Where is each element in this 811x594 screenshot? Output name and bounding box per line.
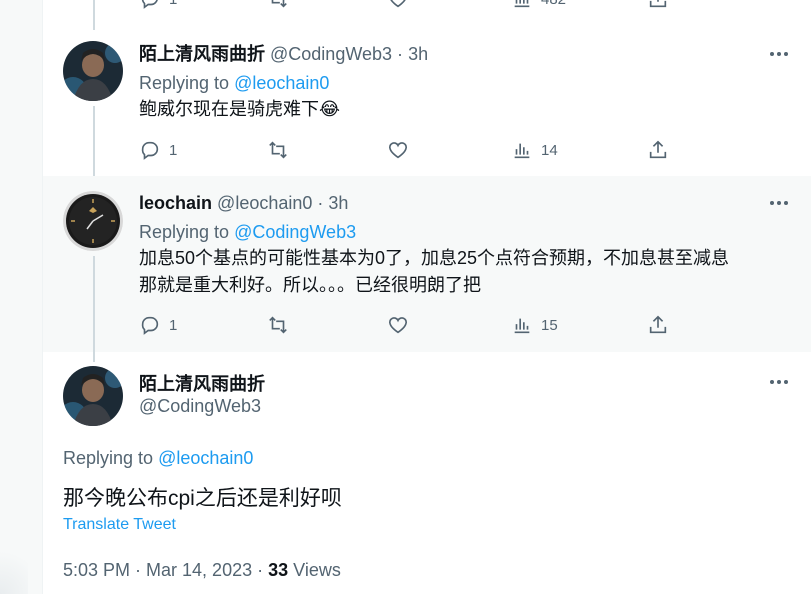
share-icon (649, 315, 667, 334)
share-icon (649, 0, 667, 8)
views-icon (514, 318, 530, 334)
prev-views-button[interactable]: 482 (511, 0, 566, 14)
like-button[interactable] (387, 135, 409, 165)
tweet-meta: 5:03 PM · Mar 14, 2023 · 33 Views (63, 560, 341, 581)
views-icon (514, 0, 530, 8)
page-edge-shadow (0, 540, 28, 594)
replying-to: Replying to @CodingWeb3 (139, 220, 356, 244)
reply-count: 1 (169, 316, 178, 334)
separator-dot: · (397, 44, 404, 64)
like-icon (388, 142, 408, 159)
tweet-text: 那今晚公布cpi之后还是利好呗 (63, 487, 342, 510)
thread-line-top (93, 0, 95, 30)
more-options-button[interactable] (766, 372, 792, 392)
tweet-reply-2[interactable]: leochain @leochain0 · 3h Replying to @Co… (43, 176, 811, 352)
retweet-icon (269, 141, 287, 159)
views-button[interactable]: 14 (511, 135, 558, 165)
views-count: 33 (268, 560, 289, 580)
more-icon (770, 52, 774, 56)
share-button[interactable] (647, 135, 669, 165)
reply-icon (141, 141, 159, 160)
reply-icon (141, 316, 159, 335)
replying-to-link[interactable]: @leochain0 (158, 448, 253, 468)
replying-to-link[interactable]: @CodingWeb3 (234, 222, 356, 242)
more-options-button[interactable] (766, 44, 792, 64)
tweet-text-line-2: 那就是重大利好。所以。。。已经很明朗了把 (139, 275, 481, 295)
tweet-header: 陌上清风雨曲折 @CodingWeb3 · 3h (139, 42, 428, 66)
replying-prefix: Replying to (139, 73, 230, 93)
prev-views-count: 482 (541, 0, 566, 8)
display-name[interactable]: leochain (139, 193, 212, 213)
handle[interactable]: @CodingWeb3 (270, 44, 392, 64)
reply-icon (141, 0, 158, 9)
thread-line-2 (93, 256, 95, 352)
replying-prefix: Replying to (139, 222, 230, 242)
timestamp[interactable]: 3h (328, 193, 348, 213)
replying-to: Replying to @leochain0 (63, 448, 253, 469)
prev-reply-count: 1 (169, 0, 177, 8)
more-icon (770, 380, 774, 384)
retweet-button[interactable] (267, 135, 289, 165)
avatar[interactable] (63, 41, 123, 101)
prev-like-button[interactable] (387, 0, 409, 14)
thread-line-1 (93, 106, 95, 176)
views-count: 15 (541, 316, 558, 334)
handle[interactable]: @CodingWeb3 (139, 396, 261, 417)
share-icon (649, 140, 667, 159)
like-icon (390, 0, 406, 8)
translate-tweet-link[interactable]: Translate Tweet (63, 516, 176, 534)
tweet-reply-1[interactable]: 陌上清风雨曲折 @CodingWeb3 · 3h Replying to @le… (43, 30, 811, 176)
separator-dot: · (317, 193, 324, 213)
tweet-header: leochain @leochain0 · 3h (139, 191, 348, 215)
timestamp[interactable]: 3h (408, 44, 428, 64)
views-count: 14 (541, 141, 558, 159)
reply-button[interactable]: 1 (139, 310, 177, 340)
more-options-button[interactable] (766, 193, 792, 213)
reply-count: 1 (169, 141, 178, 159)
share-button[interactable] (647, 310, 669, 340)
tweet-text-line-1: 加息50个基点的可能性基本为0了，加息25个点符合预期，不加息甚至减息 (139, 248, 730, 268)
replying-to-link[interactable]: @leochain0 (234, 73, 329, 93)
display-name[interactable]: 陌上清风雨曲折 (139, 370, 265, 396)
conversation-column: 1 482 陌上清风雨曲折 (42, 0, 811, 594)
tweet-text: 鲍威尔现在是骑虎难下😂 (139, 99, 341, 119)
handle[interactable]: @leochain0 (217, 193, 312, 213)
like-button[interactable] (387, 310, 409, 340)
tweet-actions: 1 15 (139, 310, 699, 340)
prev-tweet-actions: 1 482 (139, 0, 699, 14)
tweet-actions: 1 14 (139, 135, 699, 165)
reply-button[interactable]: 1 (139, 135, 177, 165)
views-button[interactable]: 15 (511, 310, 558, 340)
replying-to: Replying to @leochain0 (139, 71, 329, 95)
views-icon (514, 143, 530, 159)
prev-reply-button[interactable]: 1 (139, 0, 177, 14)
tweet-text: 加息50个基点的可能性基本为0了，加息25个点符合预期，不加息甚至减息 那就是重… (139, 245, 769, 299)
retweet-button[interactable] (267, 310, 289, 340)
avatar[interactable] (63, 366, 123, 426)
replying-prefix: Replying to (63, 448, 154, 468)
timestamp[interactable]: 5:03 PM · Mar 14, 2023 · (63, 560, 268, 580)
prev-retweet-button[interactable] (267, 0, 289, 14)
display-name[interactable]: 陌上清风雨曲折 (139, 44, 265, 64)
retweet-icon (271, 0, 287, 8)
like-icon (388, 317, 408, 334)
views-label: Views (293, 560, 341, 580)
prev-share-button[interactable] (647, 0, 669, 14)
avatar[interactable] (63, 191, 123, 251)
thread-line-focus (93, 352, 95, 362)
more-icon (770, 201, 774, 205)
retweet-icon (269, 316, 287, 334)
